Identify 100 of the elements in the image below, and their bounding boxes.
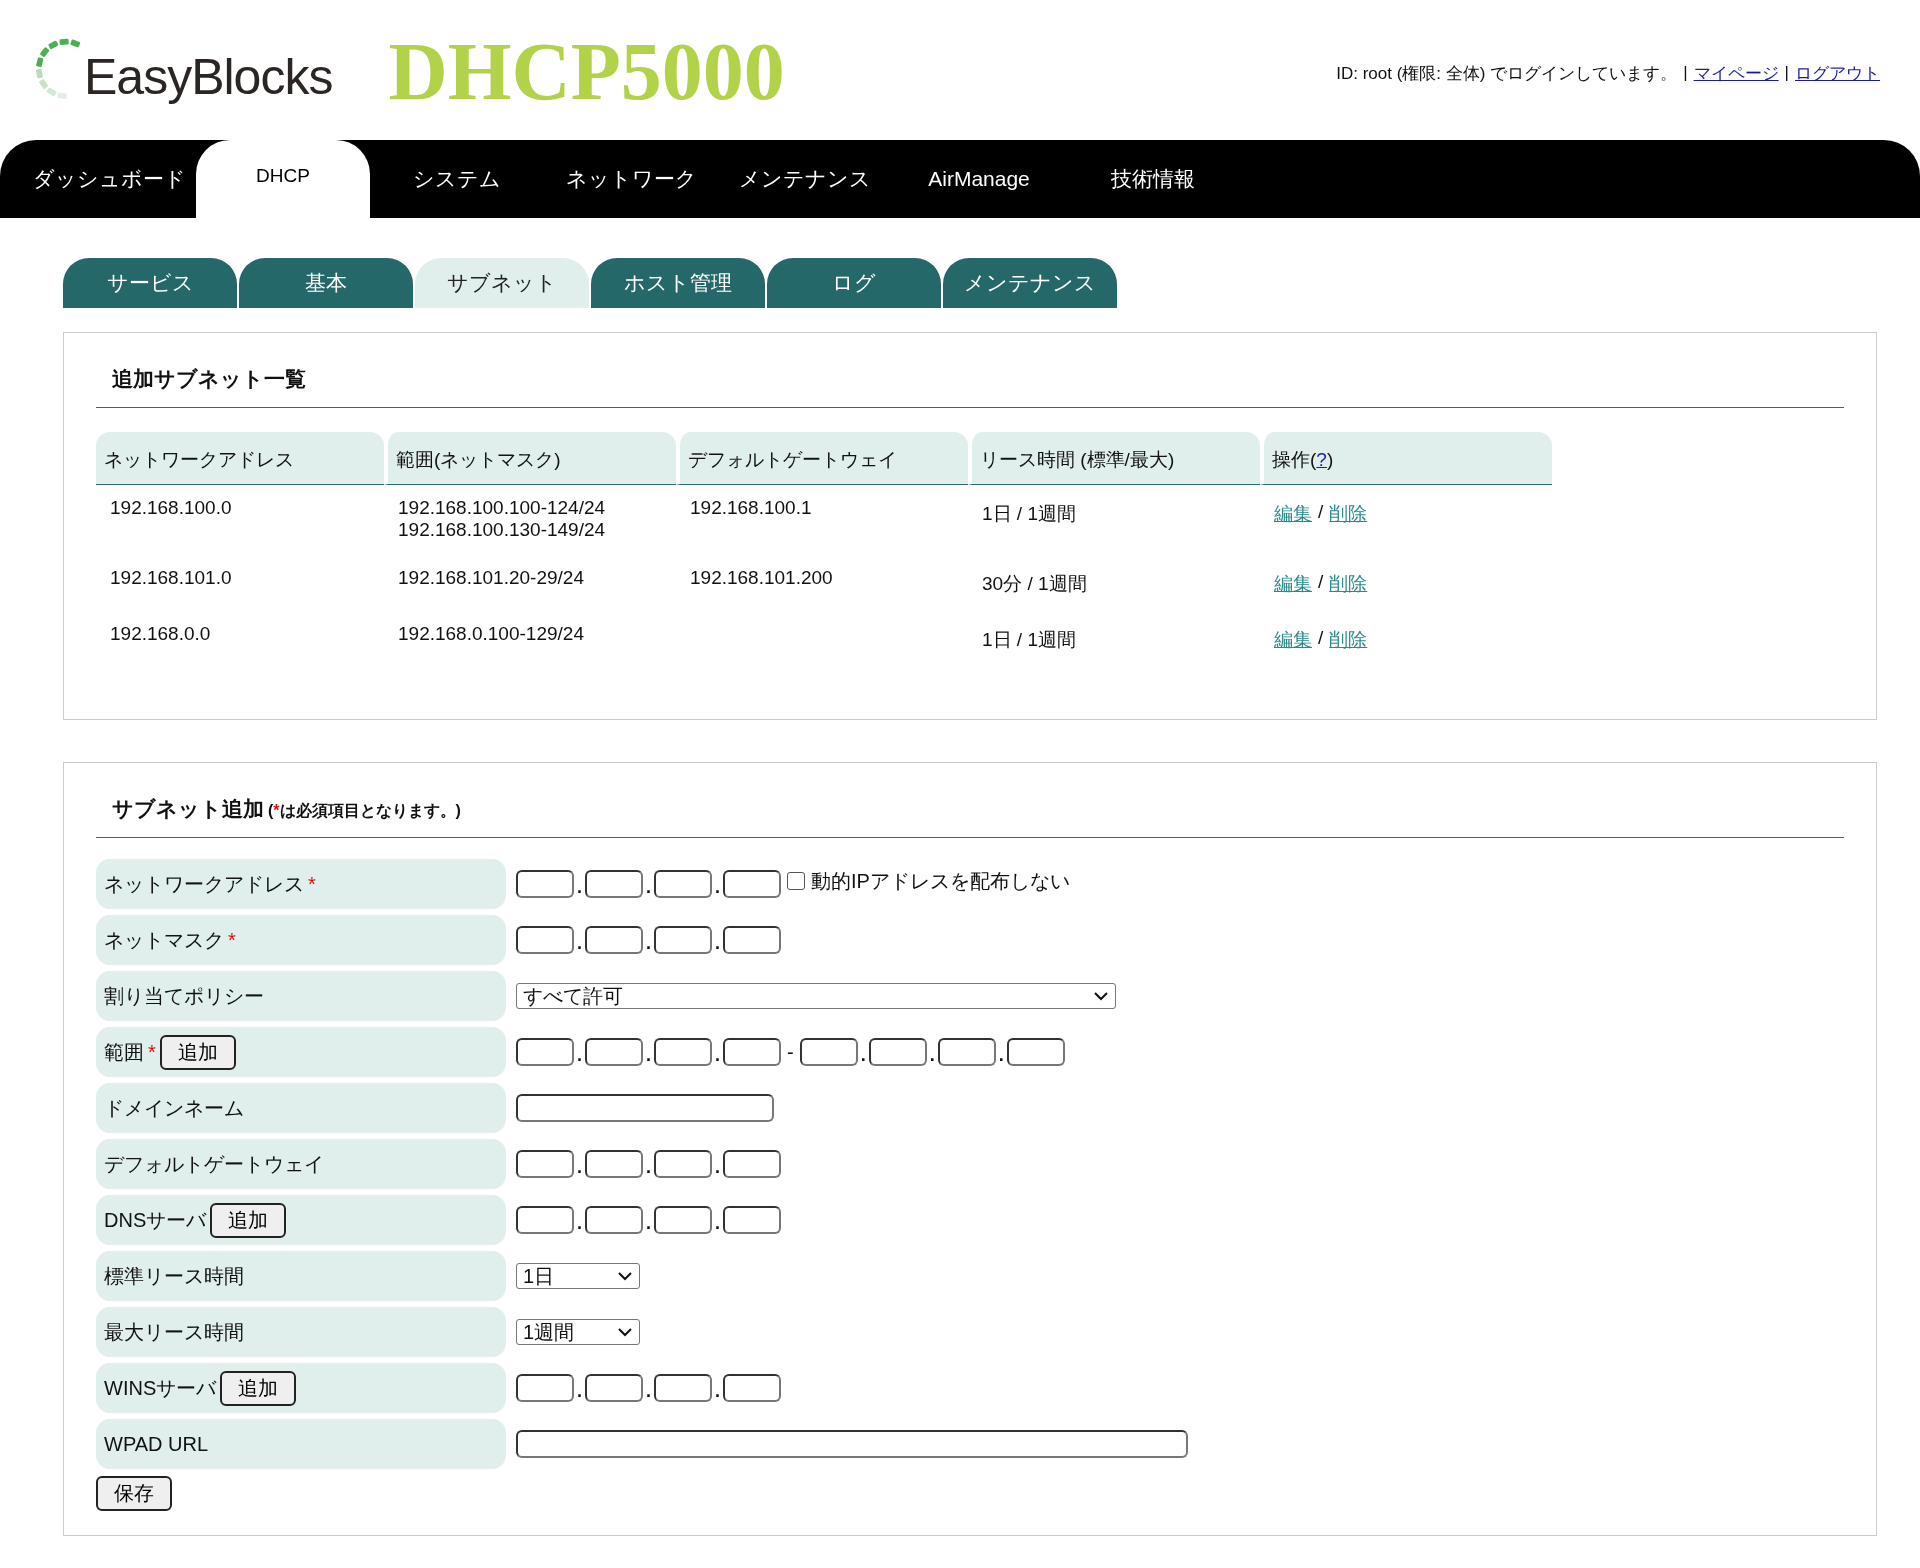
octet-field[interactable] (585, 1374, 643, 1402)
dot-separator: . (576, 877, 583, 898)
nav-tab[interactable]: DHCP (196, 140, 370, 218)
sub-tab[interactable]: サービス (63, 258, 237, 308)
delete-link[interactable]: 削除 (1329, 627, 1368, 653)
dot-separator: . (576, 1157, 583, 1178)
network-address: 192.168.101.0 (110, 567, 233, 589)
add-button[interactable]: 追加 (210, 1202, 287, 1238)
logo-text: EasyBlocks (84, 48, 333, 106)
separator-text: | (1784, 63, 1789, 83)
octet-field[interactable] (868, 1038, 927, 1066)
octet-field[interactable] (654, 1206, 713, 1234)
field-label: 割り当てポリシー (104, 983, 264, 1009)
dot-separator: . (645, 933, 653, 954)
octet-field[interactable] (516, 1038, 574, 1066)
nav-tab[interactable]: ダッシュボード (22, 140, 196, 218)
octet-field[interactable] (723, 1206, 782, 1234)
save-button[interactable]: 保存 (96, 1476, 172, 1511)
octet-field[interactable] (654, 870, 713, 898)
url-field[interactable] (516, 1430, 1188, 1458)
octet-field[interactable] (516, 870, 574, 898)
login-status: ID: root (権限: 全体) でログインしています。 (1336, 62, 1678, 85)
delete-link[interactable]: 削除 (1329, 571, 1368, 597)
sub-tab[interactable]: サブネット (415, 258, 589, 308)
required-note: (*は必須項目となります。) (268, 801, 461, 822)
lease-dropdown[interactable]: 1週間 (516, 1319, 640, 1345)
octet-field[interactable] (1006, 1038, 1065, 1066)
sub-tab[interactable]: ホスト管理 (591, 258, 765, 308)
octet-field[interactable] (723, 870, 782, 898)
nav-tab[interactable]: AirManage (892, 140, 1066, 218)
octet-field[interactable] (723, 1374, 782, 1402)
nav-tab[interactable]: 技術情報 (1066, 140, 1240, 218)
field-label: 範囲 (104, 1039, 144, 1065)
slash-separator: / (1318, 571, 1324, 594)
network-address: 192.168.100.0 (110, 497, 233, 519)
chevron-down-icon (1093, 991, 1109, 1001)
column-header: ネットワークアドレス (96, 432, 384, 485)
range-value: 192.168.101.20-29/24 (398, 567, 585, 589)
add-button[interactable]: 追加 (220, 1370, 297, 1406)
octet-field[interactable] (585, 1038, 643, 1066)
sub-tab[interactable]: ログ (767, 258, 941, 308)
field-label: 最大リース時間 (104, 1319, 244, 1345)
octet-field[interactable] (585, 870, 643, 898)
range-value: 192.168.100.100-124/24 (398, 497, 607, 519)
add-button[interactable]: 追加 (159, 1034, 236, 1070)
column-header: リース時間 (標準/最大) (968, 432, 1260, 485)
delete-link[interactable]: 削除 (1329, 501, 1368, 527)
field-label: ネットワークアドレス (104, 871, 304, 897)
edit-link[interactable]: 編集 (1274, 571, 1312, 597)
dot-separator: . (645, 877, 653, 898)
octet-field[interactable] (516, 926, 574, 954)
octet-field[interactable] (585, 1206, 643, 1234)
octet-field[interactable] (937, 1038, 996, 1066)
dot-separator: . (576, 1213, 583, 1234)
lease-dropdown[interactable]: 1日 (516, 1263, 640, 1289)
edit-link[interactable]: 編集 (1274, 627, 1312, 653)
dot-separator: . (645, 1045, 653, 1066)
nav-tab[interactable]: ネットワーク (544, 140, 718, 218)
edit-link[interactable]: 編集 (1274, 501, 1312, 527)
octet-field[interactable] (516, 1206, 574, 1234)
octet-field[interactable] (654, 1150, 713, 1178)
slash-separator: / (1318, 501, 1324, 524)
octet-field[interactable] (654, 926, 713, 954)
product-title: DHCP5000 (388, 25, 785, 119)
lease-value: 1日 / 1週間 (982, 628, 1077, 652)
octet-field[interactable] (723, 1150, 782, 1178)
octet-field[interactable] (585, 926, 643, 954)
section-title: 追加サブネット一覧 (96, 357, 1844, 408)
gateway-value: 192.168.100.1 (690, 497, 813, 519)
policy-dropdown[interactable]: すべて許可 (516, 983, 1116, 1009)
gateway-value: 192.168.101.200 (690, 567, 834, 589)
nav-tab[interactable]: システム (370, 140, 544, 218)
octet-field[interactable] (585, 1150, 643, 1178)
section-title: サブネット追加 (112, 796, 264, 822)
dot-separator: . (714, 1157, 722, 1178)
column-header: 操作(?) (1260, 432, 1552, 485)
octet-field[interactable] (723, 1038, 782, 1066)
checkbox[interactable] (787, 872, 806, 890)
checkbox-label: 動的IPアドレスを配布しない (811, 868, 1070, 894)
mypage-link[interactable]: マイページ (1693, 61, 1779, 85)
input-field[interactable] (516, 1094, 774, 1122)
octet-field[interactable] (516, 1374, 574, 1402)
field-label: WPAD URL (104, 1432, 209, 1456)
octet-field[interactable] (516, 1150, 574, 1178)
sub-tab[interactable]: メンテナンス (943, 258, 1117, 308)
chevron-down-icon (617, 1327, 633, 1337)
help-link[interactable]: ? (1316, 449, 1327, 470)
lease-value: 1日 / 1週間 (982, 502, 1077, 526)
field-label: ネットマスク (104, 927, 224, 953)
dot-separator: . (714, 877, 722, 898)
dot-separator: . (928, 1045, 936, 1066)
nav-tab[interactable]: メンテナンス (718, 140, 892, 218)
octet-field[interactable] (654, 1038, 713, 1066)
lease-value: 30分 / 1週間 (982, 572, 1088, 596)
octet-field[interactable] (723, 926, 782, 954)
field-label: WINSサーバ (104, 1375, 217, 1401)
logout-link[interactable]: ログアウト (1795, 61, 1880, 85)
sub-tab[interactable]: 基本 (239, 258, 413, 308)
octet-field[interactable] (799, 1038, 858, 1066)
octet-field[interactable] (654, 1374, 713, 1402)
